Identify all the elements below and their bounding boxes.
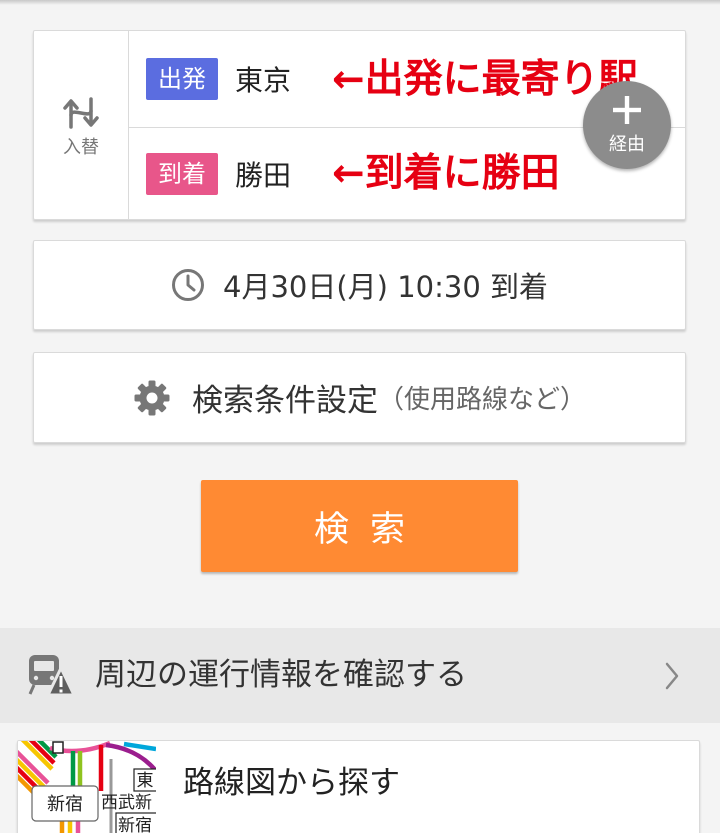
service-info-label: 周辺の運行情報を確認する bbox=[95, 657, 467, 693]
conditions-hint: （使用路線など） bbox=[377, 385, 586, 415]
chevron-right-icon bbox=[665, 662, 679, 690]
conditions-label: 検索条件設定 bbox=[191, 383, 378, 419]
search-button[interactable]: 検索 bbox=[201, 480, 518, 572]
departure-station: 東京 bbox=[235, 64, 292, 97]
map-label-seibu: 西武新 bbox=[101, 793, 152, 813]
plus-icon bbox=[613, 96, 641, 124]
via-label: 経由 bbox=[609, 134, 645, 155]
train-warning-icon bbox=[28, 655, 76, 697]
map-label-east: 東 bbox=[137, 771, 154, 791]
departure-annotation: ←出発に最寄り駅 bbox=[332, 56, 638, 102]
add-via-button[interactable]: 経由 bbox=[583, 81, 671, 169]
route-input-card: 入替 出発 東京 ←出発に最寄り駅 到着 勝田 ←到着に勝田 経由 bbox=[33, 30, 686, 220]
swap-label: 入替 bbox=[63, 137, 99, 158]
datetime-button[interactable]: 4月30日(月) 10:30 到着 bbox=[33, 240, 686, 330]
clock-icon bbox=[172, 269, 204, 301]
arrival-station: 勝田 bbox=[235, 158, 292, 192]
arrival-annotation: ←到着に勝田 bbox=[332, 151, 560, 196]
departure-badge: 出発 bbox=[146, 58, 218, 100]
route-map-thumbnail: 東 西武新 新宿 新宿 bbox=[18, 741, 156, 833]
map-label-station-bottom: 新宿 bbox=[118, 816, 152, 833]
map-label-station: 新宿 bbox=[47, 794, 83, 815]
route-map-label: 路線図から探す bbox=[183, 765, 400, 801]
gear-icon bbox=[134, 380, 170, 415]
search-button-label: 検索 bbox=[313, 509, 426, 550]
header-shadow bbox=[0, 0, 720, 5]
map-station-marker bbox=[52, 741, 64, 754]
search-conditions-button[interactable]: 検索条件設定 （使用路線など） bbox=[33, 352, 686, 443]
service-info-row[interactable]: 周辺の運行情報を確認する bbox=[0, 628, 720, 723]
swap-stations-button[interactable]: 入替 bbox=[34, 31, 129, 219]
arrival-badge: 到着 bbox=[146, 152, 218, 195]
datetime-text: 4月30日(月) 10:30 到着 bbox=[223, 270, 548, 304]
swap-icon bbox=[63, 97, 99, 129]
route-map-button[interactable]: 東 西武新 新宿 新宿 路線図から探す bbox=[17, 740, 700, 833]
